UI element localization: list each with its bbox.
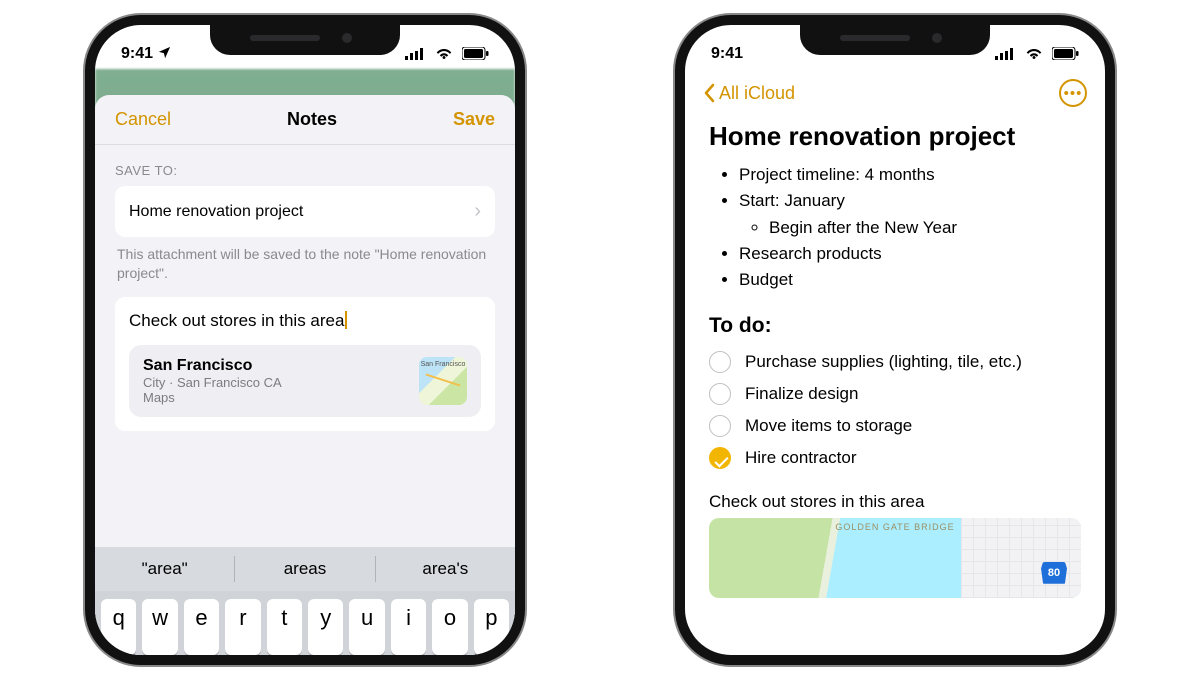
attachment-subtitle: City · San Francisco CA <box>143 375 282 390</box>
map-label: GOLDEN GATE BRIDGE <box>835 522 954 532</box>
todo-item[interactable]: Move items to storage <box>685 410 1105 442</box>
sheet-title: Notes <box>287 109 337 130</box>
suggestion-2[interactable]: areas <box>235 559 374 579</box>
note-preview-card: Check out stores in this area San Franci… <box>115 297 495 431</box>
back-button[interactable]: All iCloud <box>703 83 795 104</box>
attachment-card[interactable]: San Francisco City · San Francisco CA Ma… <box>129 345 481 417</box>
bullet-item[interactable]: Budget <box>739 267 1105 293</box>
more-button[interactable]: ••• <box>1059 79 1087 107</box>
keyboard[interactable]: "area" areas area's q w e r t y u i o p <box>95 547 515 655</box>
todo-heading[interactable]: To do: <box>685 294 1105 346</box>
key-q[interactable]: q <box>101 599 136 655</box>
battery-icon <box>462 47 489 60</box>
checkbox-empty-icon[interactable] <box>709 383 731 405</box>
share-sheet: Cancel Notes Save SAVE TO: Home renovati… <box>95 95 515 655</box>
key-w[interactable]: w <box>142 599 177 655</box>
destination-name: Home renovation project <box>129 203 303 221</box>
bullet-item[interactable]: Start: January Begin after the New Year <box>739 188 1105 241</box>
suggestion-1[interactable]: "area" <box>95 559 234 579</box>
bullet-item[interactable]: Project timeline: 4 months <box>739 162 1105 188</box>
battery-icon <box>1052 47 1079 60</box>
help-text: This attachment will be saved to the not… <box>117 245 493 283</box>
keyboard-suggestions[interactable]: "area" areas area's <box>95 547 515 591</box>
sub-bullet-item[interactable]: Begin after the New Year <box>769 215 1105 241</box>
cellular-icon <box>995 48 1015 60</box>
checkbox-checked-icon[interactable] <box>709 447 731 469</box>
key-r[interactable]: r <box>225 599 260 655</box>
checkbox-empty-icon[interactable] <box>709 415 731 437</box>
saveto-label: SAVE TO: <box>115 163 495 178</box>
bullet-item[interactable]: Research products <box>739 241 1105 267</box>
destination-row[interactable]: Home renovation project › <box>115 186 495 237</box>
bullet-list[interactable]: Project timeline: 4 months Start: Januar… <box>685 162 1105 294</box>
cancel-button[interactable]: Cancel <box>115 109 171 130</box>
status-time: 9:41 <box>711 45 743 63</box>
wifi-icon <box>1025 47 1043 60</box>
chevron-right-icon: › <box>474 200 481 223</box>
suggestion-3[interactable]: area's <box>376 559 515 579</box>
note-title[interactable]: Home renovation project <box>685 115 1105 162</box>
save-button[interactable]: Save <box>453 109 495 130</box>
location-icon <box>157 45 172 60</box>
ellipsis-icon: ••• <box>1064 85 1083 102</box>
key-p[interactable]: p <box>474 599 509 655</box>
status-indicators <box>400 45 489 63</box>
cellular-icon <box>405 48 425 60</box>
phone-note-detail: 9:41 All iCloud ••• Home renovation proj… <box>675 15 1115 665</box>
wifi-icon <box>435 47 453 60</box>
notch <box>800 25 990 55</box>
status-time: 9:41 <box>121 45 172 63</box>
todo-item[interactable]: Purchase supplies (lighting, tile, etc.) <box>685 346 1105 378</box>
todo-item[interactable]: Finalize design <box>685 378 1105 410</box>
map-attachment[interactable]: GOLDEN GATE BRIDGE 80 <box>709 518 1081 598</box>
phone-share-sheet: 9:41 Cancel Notes Save SAVE TO: Home ren… <box>85 15 525 665</box>
notch <box>210 25 400 55</box>
interstate-shield-icon: 80 <box>1041 562 1067 584</box>
chevron-left-icon <box>703 83 715 103</box>
key-u[interactable]: u <box>349 599 384 655</box>
key-y[interactable]: y <box>308 599 343 655</box>
todo-item[interactable]: Hire contractor <box>685 442 1105 474</box>
key-i[interactable]: i <box>391 599 426 655</box>
attachment-source: Maps <box>143 390 282 405</box>
attachment-title: San Francisco <box>143 357 282 375</box>
checkbox-empty-icon[interactable] <box>709 351 731 373</box>
key-t[interactable]: t <box>267 599 302 655</box>
note-body-text[interactable]: Check out stores in this area <box>685 474 1105 518</box>
note-text-input[interactable]: Check out stores in this area <box>129 311 481 331</box>
keyboard-row[interactable]: q w e r t y u i o p <box>95 591 515 655</box>
status-indicators <box>990 45 1079 63</box>
key-o[interactable]: o <box>432 599 467 655</box>
map-thumbnail: San Francisco <box>419 357 467 405</box>
key-e[interactable]: e <box>184 599 219 655</box>
